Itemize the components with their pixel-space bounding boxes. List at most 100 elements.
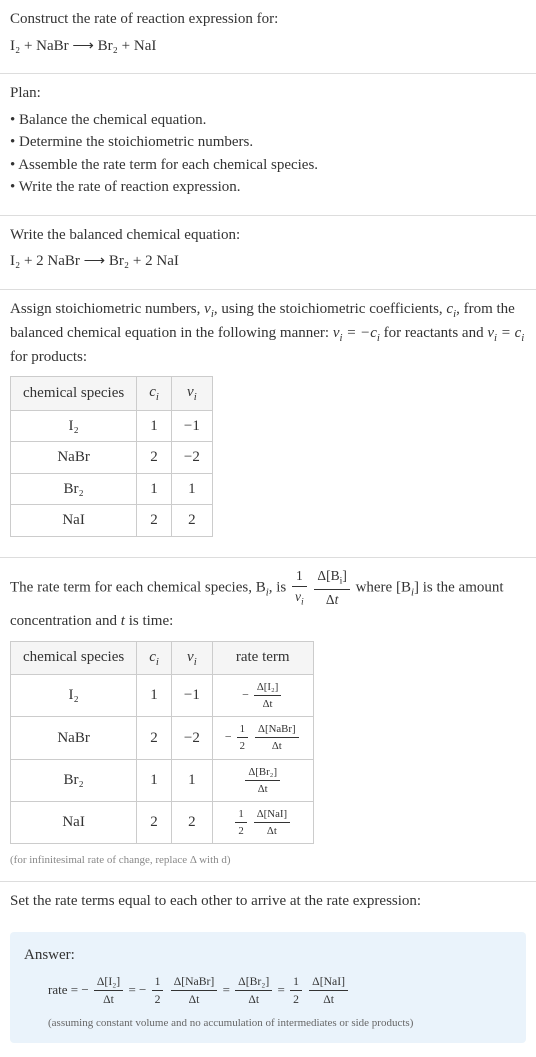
text: where [B [356,579,411,595]
text: for products: [10,349,87,365]
frac: Δ[NaI]Δt [254,806,290,839]
final-section: Set the rate terms equal to each other t… [0,882,536,925]
rateterm-section: The rate term for each chemical species,… [0,558,536,882]
eq-sign: = − [128,982,146,997]
text: , is [269,579,290,595]
intro-equation: I₂ + NaBr ⟶ Br₂ + NaI [10,35,526,58]
plan-heading: Plan: [10,82,526,105]
frac: Δ[I₂]Δt [254,679,282,712]
cell-species: I₂ [11,674,137,716]
cell-rateterm: 12 Δ[NaI]Δt [212,801,313,843]
eq-sign: = [223,982,234,997]
cell-species: Br₂ [11,473,137,505]
cell-c: 1 [137,674,172,716]
frac: Δ[NaBr]Δt [171,973,218,1009]
plan-item: Write the rate of reaction expression. [10,176,526,199]
stoich-table: chemical species ci νi I₂ 1 −1 NaBr 2 −2… [10,376,213,536]
table-row: NaBr 2 −2 [11,442,213,474]
cell-species: NaBr [11,442,137,474]
frac: Δ[NaI]Δt [309,973,348,1009]
intro-section: Construct the rate of reaction expressio… [0,0,536,74]
stoich-heading: Assign stoichiometric numbers, νi, using… [10,298,526,369]
col-rateterm: rate term [212,641,313,674]
infinitesimal-note: (for infinitesimal rate of change, repla… [10,852,526,869]
table-row: I₂ 1 −1 [11,410,213,442]
answer-box: Answer: rate = − Δ[I₂]Δt = − 12 Δ[NaBr]Δ… [10,932,526,1043]
frac: Δ[Br₂]Δt [235,973,272,1009]
stoich-section: Assign stoichiometric numbers, νi, using… [0,290,536,558]
answer-note: (assuming constant volume and no accumul… [48,1015,512,1032]
table-header-row: chemical species ci νi rate term [11,641,314,674]
col-ci: ci [137,641,172,674]
intro-prompt: Construct the rate of reaction expressio… [10,8,526,31]
rule-products: νi = ci [487,325,524,341]
cell-species: NaI [11,801,137,843]
cell-species: NaBr [11,717,137,759]
frac-one-over-nu: 1νi [292,566,307,611]
cell-nu: −2 [171,442,212,474]
text: Assign stoichiometric numbers, [10,301,204,317]
cell-rateterm: − 12 Δ[NaBr]Δt [212,717,313,759]
c-i-symbol: ci [446,301,456,317]
text: is time: [125,613,173,629]
col-nui: νi [171,377,212,410]
table-row: Br₂ 1 1 Δ[Br₂]Δt [11,759,314,801]
eq-sign: = [277,982,288,997]
frac-half: 12 [152,973,164,1009]
term: − [81,982,88,997]
frac-half: 12 [235,806,246,839]
cell-nu: −2 [171,717,212,759]
table-row: Br₂ 1 1 [11,473,213,505]
cell-rateterm: Δ[Br₂]Δt [212,759,313,801]
rule-reactants: νi = −ci [333,325,380,341]
plan-list: Balance the chemical equation. Determine… [10,109,526,199]
cell-rateterm: − Δ[I₂]Δt [212,674,313,716]
cell-c: 2 [137,801,172,843]
col-ci: ci [137,377,172,410]
cell-c: 2 [137,442,172,474]
frac: Δ[NaBr]Δt [255,721,299,754]
nu-i-symbol: νi [204,301,214,317]
frac: Δ[I₂]Δt [94,973,123,1009]
cell-nu: 1 [171,473,212,505]
table-row: NaI 2 2 12 Δ[NaI]Δt [11,801,314,843]
balanced-section: Write the balanced chemical equation: I₂… [0,216,536,290]
cell-c: 1 [137,473,172,505]
frac-half: 12 [237,721,248,754]
cell-nu: 2 [171,801,212,843]
table-row: NaI 2 2 [11,505,213,537]
cell-species: I₂ [11,410,137,442]
final-heading: Set the rate terms equal to each other t… [10,890,526,913]
cell-nu: −1 [171,410,212,442]
table-row: NaBr 2 −2 − 12 Δ[NaBr]Δt [11,717,314,759]
table-row: I₂ 1 −1 − Δ[I₂]Δt [11,674,314,716]
col-nui: νi [171,641,212,674]
cell-species: NaI [11,505,137,537]
cell-c: 2 [137,505,172,537]
cell-c: 1 [137,410,172,442]
prefix: − [225,730,232,744]
cell-c: 1 [137,759,172,801]
rateterm-heading: The rate term for each chemical species,… [10,566,526,633]
plan-item: Assemble the rate term for each chemical… [10,154,526,177]
answer-label: Answer: [24,944,512,967]
text: for reactants and [380,325,487,341]
cell-c: 2 [137,717,172,759]
text: , using the stoichiometric coefficients, [214,301,447,317]
prefix: − [242,687,249,701]
cell-species: Br₂ [11,759,137,801]
balanced-equation: I₂ + 2 NaBr ⟶ Br₂ + 2 NaI [10,250,526,273]
col-species: chemical species [11,641,137,674]
frac-half: 12 [290,973,302,1009]
plan-item: Determine the stoichiometric numbers. [10,131,526,154]
frac: Δ[Br₂]Δt [245,764,280,797]
frac-dBi-dt: Δ[Bi]Δt [314,566,349,611]
cell-nu: 2 [171,505,212,537]
rate-label: rate = [48,982,81,997]
plan-item: Balance the chemical equation. [10,109,526,132]
rate-expression: rate = − Δ[I₂]Δt = − 12 Δ[NaBr]Δt = Δ[Br… [48,973,512,1009]
col-species: chemical species [11,377,137,410]
cell-nu: 1 [171,759,212,801]
balanced-heading: Write the balanced chemical equation: [10,224,526,247]
rateterm-table: chemical species ci νi rate term I₂ 1 −1… [10,641,314,845]
